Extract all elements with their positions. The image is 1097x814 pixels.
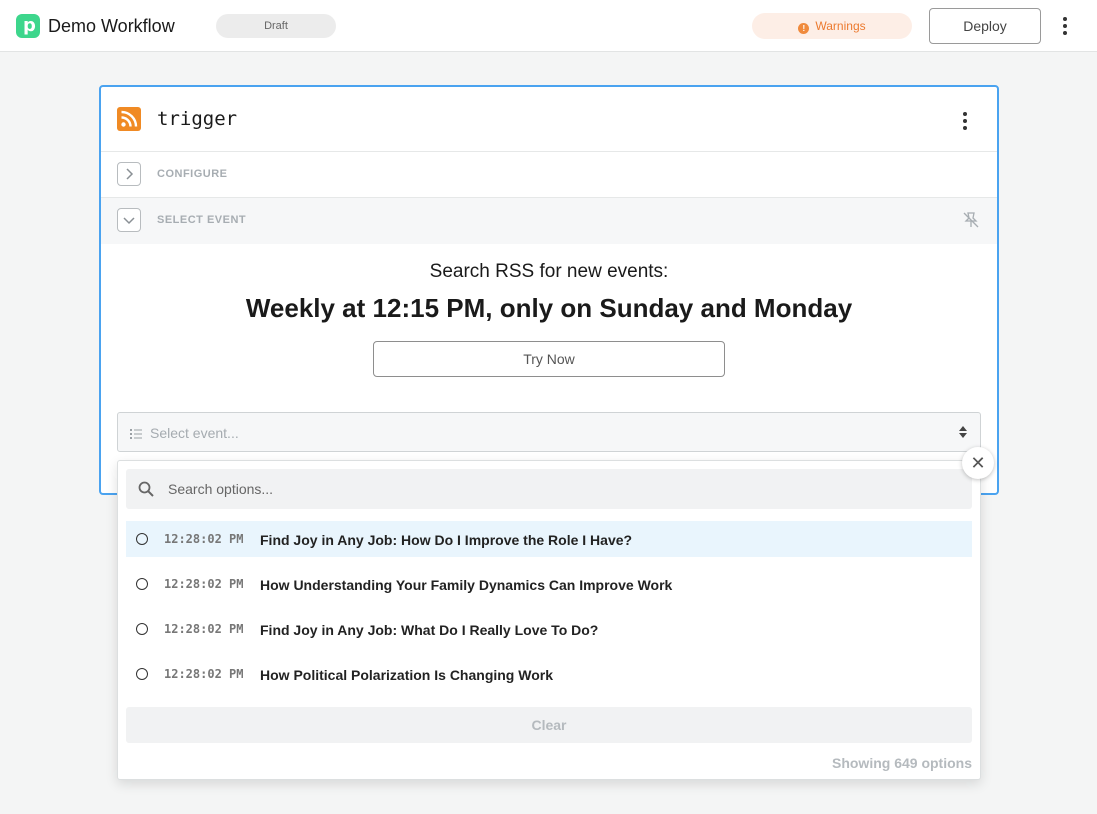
chevron-updown-icon [958,425,968,444]
option-item[interactable]: 12:28:02 PM How Understanding Your Famil… [126,566,972,602]
option-item[interactable]: 12:28:02 PM How Political Polarization I… [126,656,972,692]
warning-icon: ! [798,23,810,34]
chevron-down-icon[interactable] [117,208,141,232]
chevron-right-icon[interactable] [117,162,141,186]
option-title: How Understanding Your Family Dynamics C… [260,577,673,593]
event-dropdown: 12:28:02 PM Find Joy in Any Job: How Do … [117,460,981,780]
configure-label: CONFIGURE [157,168,228,180]
pin-off-icon[interactable] [961,210,981,235]
option-item[interactable]: 12:28:02 PM Find Joy in Any Job: How Do … [126,521,972,557]
option-title: How Political Polarization Is Changing W… [260,667,553,683]
logo-icon[interactable] [16,14,40,38]
option-time: 12:28:02 PM [164,622,244,636]
option-title: Find Joy in Any Job: How Do I Improve th… [260,532,633,548]
radio-icon[interactable] [136,668,148,680]
try-now-button[interactable]: Try Now [373,341,725,377]
select-event-label: SELECT EVENT [157,214,247,226]
clear-button[interactable]: Clear [126,707,972,743]
configure-section[interactable]: CONFIGURE [101,152,997,198]
select-event-section[interactable]: SELECT EVENT [101,198,997,244]
option-title: Find Joy in Any Job: What Do I Really Lo… [260,622,599,638]
option-item[interactable]: 12:28:02 PM Find Joy in Any Job: What Do… [126,611,972,647]
search-options-input[interactable] [168,469,958,509]
more-options-icon[interactable] [1059,16,1071,36]
workflow-title[interactable]: Demo Workflow [48,16,175,37]
warnings-button[interactable]: ! Warnings [752,13,912,39]
radio-icon[interactable] [136,533,148,545]
deploy-button[interactable]: Deploy [929,8,1041,44]
radio-icon[interactable] [136,623,148,635]
close-icon[interactable]: ✕ [962,447,994,479]
select-placeholder: Select event... [150,425,239,441]
trigger-step-card: trigger CONFIGURE SELECT EVENT Search RS… [99,85,999,495]
step-menu-icon[interactable] [959,111,971,131]
step-header: trigger [101,87,997,152]
search-icon [138,481,154,502]
step-name[interactable]: trigger [157,108,237,130]
schedule-text: Weekly at 12:15 PM, only on Sunday and M… [245,293,853,323]
rss-icon [117,107,141,131]
options-count: Showing 649 options [831,755,972,771]
option-time: 12:28:02 PM [164,532,244,546]
top-bar: Demo Workflow Draft ! Warnings Deploy [0,0,1097,52]
search-options[interactable] [126,469,972,509]
option-time: 12:28:02 PM [164,577,244,591]
draft-badge: Draft [216,14,336,38]
list-icon [130,427,142,445]
search-rss-title: Search RSS for new events: [429,261,669,282]
event-select[interactable]: Select event... [117,412,981,452]
radio-icon[interactable] [136,578,148,590]
warnings-label: Warnings [815,19,866,33]
option-time: 12:28:02 PM [164,667,244,681]
